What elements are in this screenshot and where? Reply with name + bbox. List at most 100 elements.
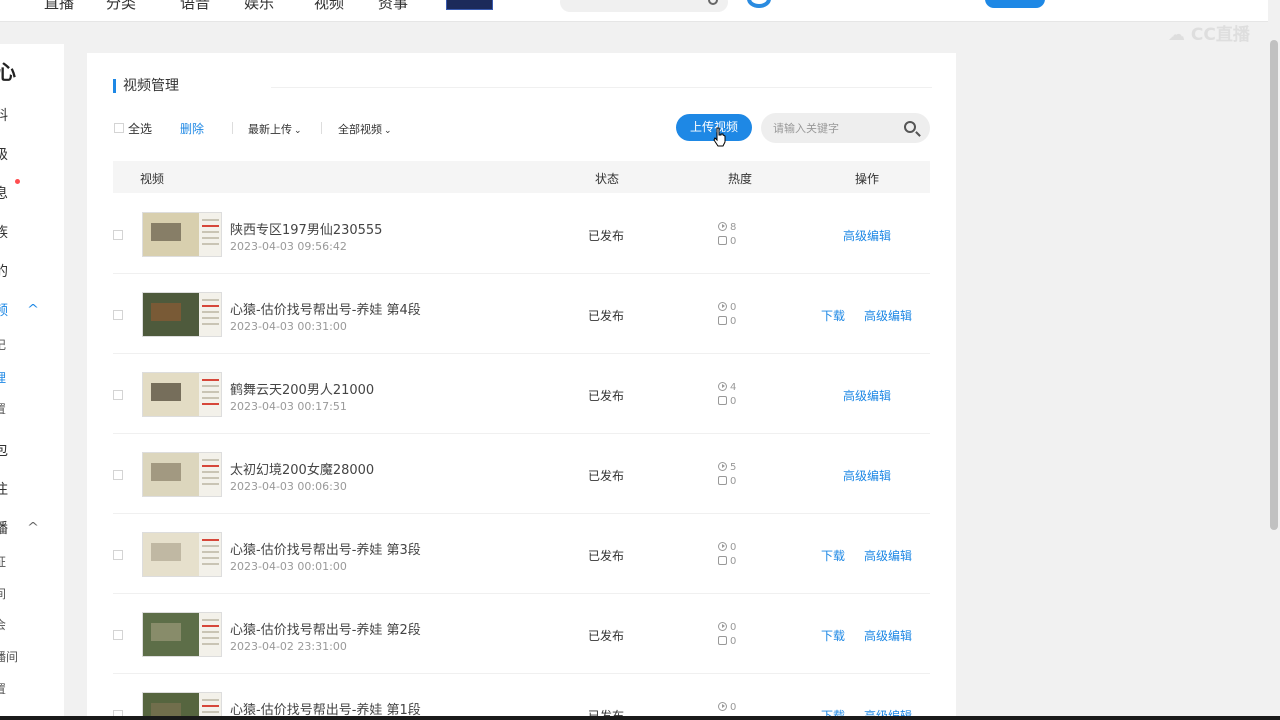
advanced-edit-link[interactable]: 高级编辑 <box>843 387 891 404</box>
video-title[interactable]: 陕西专区197男仙230555 <box>230 219 382 238</box>
video-thumbnail[interactable] <box>142 292 222 337</box>
comment-count: 0 <box>718 236 736 248</box>
video-thumbnail[interactable] <box>142 532 222 577</box>
comment-icon <box>718 556 727 565</box>
sidebar-subitem[interactable]: 证 <box>0 553 6 570</box>
sidebar-item[interactable]: 族 <box>0 222 8 242</box>
comment-count-value: 0 <box>730 236 737 247</box>
row-checkbox[interactable] <box>113 390 123 400</box>
sidebar-item[interactable]: 包 <box>0 440 8 460</box>
search-box <box>761 113 930 143</box>
download-link[interactable]: 下载 <box>821 547 845 564</box>
video-thumbnail[interactable] <box>142 212 222 257</box>
advanced-edit-link[interactable]: 高级编辑 <box>864 307 912 324</box>
video-title[interactable]: 太初幻境200女魔28000 <box>230 459 374 478</box>
page-scrollbar[interactable] <box>1268 0 1280 720</box>
top-nav-item[interactable]: 娱乐 <box>244 0 274 13</box>
advanced-edit-link[interactable]: 高级编辑 <box>843 467 891 484</box>
sort-dropdown[interactable]: 最新上传 ⌄ <box>248 121 302 137</box>
chevron-down-icon: ⌄ <box>384 126 392 136</box>
select-all-checkbox[interactable] <box>114 123 124 133</box>
advanced-edit-link[interactable]: 高级编辑 <box>864 627 912 644</box>
select-all-label[interactable]: 全选 <box>128 120 152 136</box>
row-checkbox[interactable] <box>113 310 123 320</box>
video-thumbnail[interactable] <box>142 612 222 657</box>
advanced-edit-link[interactable]: 高级编辑 <box>843 227 891 244</box>
delete-button[interactable]: 删除 <box>180 120 204 136</box>
search-icon[interactable] <box>904 121 916 133</box>
comment-count: 0 <box>718 396 736 408</box>
play-count-value: 8 <box>730 222 737 233</box>
video-title[interactable]: 心猿-估价找号帮出号-养娃 第2段 <box>230 619 421 638</box>
play-count: 0 <box>718 702 736 714</box>
play-count: 0 <box>718 622 736 634</box>
chevron-up-icon[interactable]: ^ <box>27 520 39 534</box>
sidebar-item-video[interactable]: 频 <box>0 300 8 320</box>
table-row: 太初幻境200女魔28000 2023-04-03 00:06:30 已发布 5… <box>113 434 930 514</box>
sidebar-item[interactable]: 的 <box>0 261 8 281</box>
video-title[interactable]: 鹤舞云天200男人21000 <box>230 379 374 398</box>
video-title[interactable]: 心猿-估价找号帮出号-养娃 第4段 <box>230 299 421 318</box>
top-nav-item[interactable]: 视频 <box>314 0 344 13</box>
status-text: 已发布 <box>588 629 625 643</box>
avatar[interactable] <box>747 0 771 8</box>
sidebar-item[interactable]: 息 <box>0 183 8 203</box>
row-checkbox[interactable] <box>113 550 123 560</box>
top-banner-image[interactable] <box>446 0 493 10</box>
play-count-value: 0 <box>730 302 737 313</box>
play-count: 4 <box>718 382 736 394</box>
sidebar-subitem[interactable]: 会 <box>0 616 6 633</box>
top-search-bar[interactable] <box>560 0 728 12</box>
row-checkbox[interactable] <box>113 630 123 640</box>
search-input[interactable] <box>773 120 899 136</box>
chevron-up-icon[interactable]: ^ <box>27 302 39 316</box>
sidebar-subitem[interactable]: 间 <box>0 585 6 602</box>
sidebar-subitem[interactable]: 置 <box>0 400 6 417</box>
advanced-edit-link[interactable]: 高级编辑 <box>864 547 912 564</box>
video-thumbnail[interactable] <box>142 452 222 497</box>
video-date: 2023-04-02 23:31:00 <box>230 640 347 653</box>
comment-count: 0 <box>718 636 736 648</box>
column-header-status: 状态 <box>595 172 620 186</box>
comment-icon <box>718 476 727 485</box>
filter-dropdown-label: 全部视频 <box>338 123 382 136</box>
sidebar-item[interactable]: 级 <box>0 144 8 164</box>
comment-count-value: 0 <box>730 636 737 647</box>
sidebar-subitem-video-manage[interactable]: 理 <box>0 369 6 386</box>
row-checkbox[interactable] <box>113 230 123 240</box>
download-link[interactable]: 下载 <box>821 307 845 324</box>
table-row: 陕西专区197男仙230555 2023-04-03 09:56:42 已发布 … <box>113 194 930 274</box>
scrollbar-thumb[interactable] <box>1270 40 1278 530</box>
table-row: 心猿-估价找号帮出号-养娃 第1段 已发布 0 0 下载 高级编辑 <box>113 674 930 720</box>
play-icon <box>718 222 727 231</box>
sidebar-title: 心 <box>0 60 16 84</box>
top-nav-item[interactable]: 语音 <box>180 0 210 13</box>
comment-count: 0 <box>718 316 736 328</box>
comment-icon <box>718 316 727 325</box>
top-action-button[interactable] <box>985 0 1045 8</box>
video-date: 2023-04-03 00:06:30 <box>230 480 347 493</box>
top-nav-item[interactable]: 分类 <box>106 0 136 13</box>
download-link[interactable]: 下载 <box>821 627 845 644</box>
status-text: 已发布 <box>588 229 625 243</box>
play-count-value: 5 <box>730 462 737 473</box>
video-date: 2023-04-03 09:56:42 <box>230 240 347 253</box>
video-title[interactable]: 心猿-估价找号帮出号-养娃 第3段 <box>230 539 421 558</box>
notification-dot <box>15 179 20 184</box>
sidebar-item[interactable]: 料 <box>0 105 8 125</box>
filter-dropdown[interactable]: 全部视频 ⌄ <box>338 121 392 137</box>
top-nav-item[interactable]: 直播 <box>44 0 74 13</box>
sidebar-subitem[interactable]: 记 <box>0 336 6 353</box>
status-text: 已发布 <box>588 389 625 403</box>
sidebar-subitem[interactable]: 置 <box>0 680 6 697</box>
video-date: 2023-04-03 00:31:00 <box>230 320 347 333</box>
sidebar-item[interactable]: 注 <box>0 479 8 499</box>
sidebar-item[interactable]: 播 <box>0 518 8 538</box>
top-nav-item[interactable]: 资事 <box>378 0 408 13</box>
sidebar-subitem[interactable]: 播间 <box>0 648 18 665</box>
video-thumbnail[interactable] <box>142 372 222 417</box>
row-checkbox[interactable] <box>113 470 123 480</box>
sidebar: 心 料 级 息 族 的 频 ^ 记 理 置 包 注 播 ^ 证 间 会 播间 置 <box>0 44 64 720</box>
comment-count: 0 <box>718 476 736 488</box>
divider <box>271 87 932 88</box>
